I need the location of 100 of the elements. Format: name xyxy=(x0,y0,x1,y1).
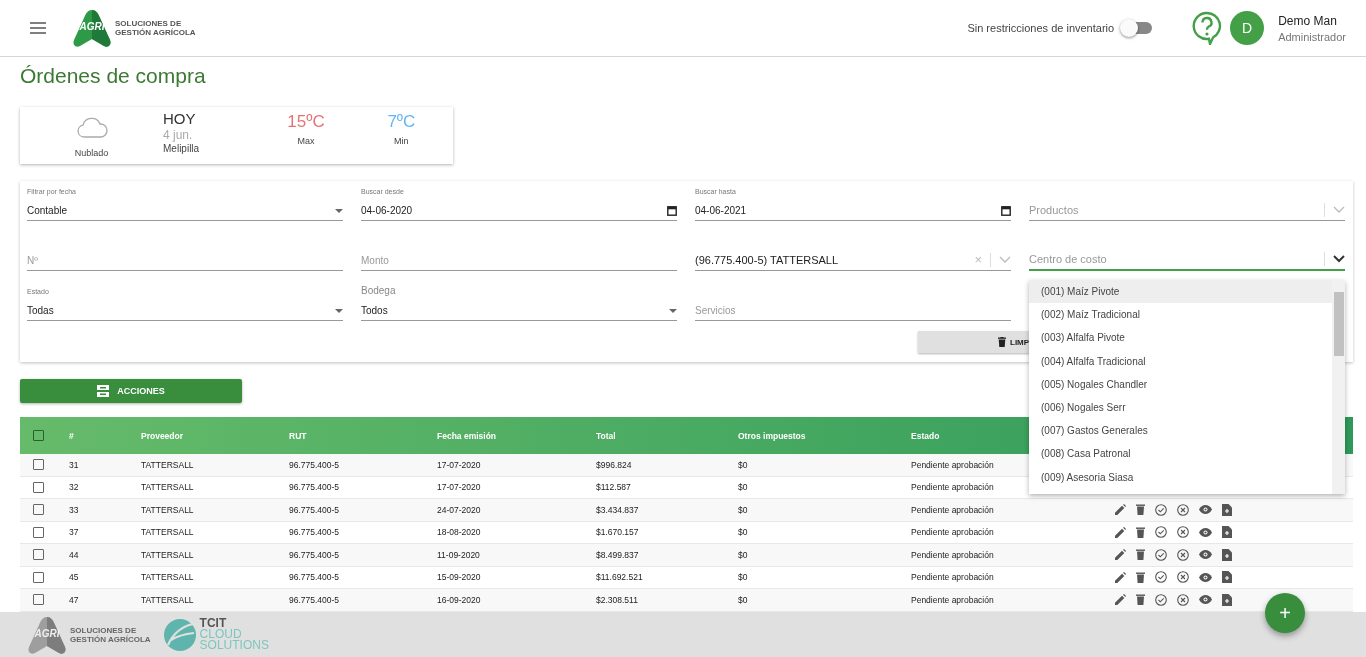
dropdown-option[interactable]: (001) Maíz Pivote xyxy=(1029,280,1332,304)
dropdown-option[interactable]: (008) Casa Patronal xyxy=(1029,442,1332,466)
actions-button[interactable]: ACCIONES xyxy=(20,379,242,403)
eye-icon[interactable] xyxy=(1199,527,1212,537)
calendar-icon[interactable] xyxy=(1001,205,1011,216)
cloud-icon xyxy=(74,117,109,139)
logo-mark: AGRI xyxy=(33,627,61,639)
table-cell-text: 24-07-2020 xyxy=(437,504,482,515)
table-cell-text: Pendiente aprobación xyxy=(911,504,995,515)
table-cell-text: $0 xyxy=(738,482,749,493)
eye-icon[interactable] xyxy=(1199,572,1212,582)
caret-icon[interactable] xyxy=(335,208,343,213)
dropdown-option[interactable]: (005) Nogales Chandler xyxy=(1029,372,1332,396)
edit-icon[interactable] xyxy=(1115,549,1126,561)
checkbox[interactable] xyxy=(33,504,44,516)
cancel-circle-icon[interactable] xyxy=(1177,503,1189,516)
table-cell-text: Pendiente aprobación xyxy=(911,482,995,493)
trash-icon[interactable] xyxy=(1136,571,1145,583)
place-label: Melipilla xyxy=(163,143,201,154)
check-circle-icon[interactable] xyxy=(1155,593,1167,606)
select-field[interactable]: Todos xyxy=(361,301,677,321)
trash-icon[interactable] xyxy=(1136,549,1145,561)
trash-icon[interactable] xyxy=(1136,504,1145,516)
check-circle-icon[interactable] xyxy=(1155,548,1167,561)
eye-icon[interactable] xyxy=(1199,550,1212,560)
table-cell-text: Pendiente aprobación xyxy=(911,572,995,583)
table-cell-text: TATTERSALL xyxy=(141,549,195,560)
dropdown-option[interactable]: (007) Gastos Generales xyxy=(1029,419,1332,443)
table-cell-text: $1.670.157 xyxy=(596,527,640,538)
select-field[interactable]: Contable xyxy=(27,201,343,221)
chevron-icon[interactable] xyxy=(1333,255,1345,263)
date-field[interactable]: 04-06-2020 xyxy=(361,201,677,221)
eye-icon[interactable] xyxy=(1199,505,1212,515)
edit-icon[interactable] xyxy=(1115,571,1126,583)
page-title: Órdenes de compra xyxy=(20,64,207,89)
table-cell-text: $112.587 xyxy=(596,482,632,493)
table-cell-text: Pendiente aprobación xyxy=(911,459,995,470)
cancel-circle-icon[interactable] xyxy=(1177,548,1189,561)
table-cell-text: 45 xyxy=(69,572,80,583)
table-cell-text: 47 xyxy=(69,594,80,605)
document-icon[interactable] xyxy=(1222,593,1232,606)
document-icon[interactable] xyxy=(1222,548,1232,561)
table-cell-text: 16-09-2020 xyxy=(437,594,482,605)
checkbox[interactable] xyxy=(33,594,44,606)
menu-icon[interactable] xyxy=(30,22,46,34)
checkbox[interactable] xyxy=(33,481,44,493)
logo-text: SOLUCIONES DE GESTIÓN AGRÍCOLA xyxy=(70,625,151,644)
calendar-icon[interactable] xyxy=(667,205,677,216)
date-field[interactable]: 04-06-2021 xyxy=(695,201,1011,221)
table-cell-text: 96.775.400-5 xyxy=(289,572,341,583)
select-field[interactable]: Todas xyxy=(27,301,343,321)
check-circle-icon[interactable] xyxy=(1155,571,1167,584)
leaf-logo-icon xyxy=(162,617,197,652)
dropdown-option[interactable]: (009) Asesoria Siasa xyxy=(1029,465,1332,489)
trash-icon[interactable] xyxy=(1136,594,1145,606)
table-cell-text: TATTERSALL xyxy=(141,504,195,515)
checkbox[interactable] xyxy=(33,430,44,441)
table-cell-text: TATTERSALL xyxy=(141,482,195,493)
scrollbar[interactable] xyxy=(1332,280,1345,494)
checkbox[interactable] xyxy=(33,526,44,538)
document-icon[interactable] xyxy=(1222,526,1232,539)
table-cell-text: $0 xyxy=(738,527,749,538)
table-cell-text: 96.775.400-5 xyxy=(289,504,341,515)
table-cell-text: $3.434.837 xyxy=(596,504,640,515)
edit-icon[interactable] xyxy=(1115,594,1126,606)
table-cell-text: 96.775.400-5 xyxy=(289,549,341,560)
table-cell-text: $0 xyxy=(738,504,749,515)
table-cell-text: 11-09-2020 xyxy=(437,549,481,560)
inbox-icon xyxy=(97,385,110,397)
table-cell-text: 33 xyxy=(69,504,80,515)
checkbox[interactable] xyxy=(33,571,44,583)
dropdown-option[interactable]: (002) Maíz Tradicional xyxy=(1029,303,1332,327)
dropdown-option[interactable]: (006) Nogales Serr xyxy=(1029,395,1332,420)
min-temperature: 7ºC xyxy=(387,112,416,132)
table-cell-text: Pendiente aprobación xyxy=(911,594,995,605)
trash-icon xyxy=(998,337,1006,347)
help-icon[interactable] xyxy=(1192,11,1223,45)
checkbox[interactable] xyxy=(33,549,44,561)
cancel-circle-icon[interactable] xyxy=(1177,571,1189,584)
trash-icon[interactable] xyxy=(1136,526,1145,538)
table-cell-text: 37 xyxy=(69,527,80,538)
document-icon[interactable] xyxy=(1222,503,1232,516)
edit-icon[interactable] xyxy=(1115,504,1126,516)
check-circle-icon[interactable] xyxy=(1155,503,1167,516)
input-field[interactable]: Monto xyxy=(361,251,677,271)
eye-icon[interactable] xyxy=(1199,595,1212,605)
input-field[interactable]: Nº xyxy=(27,251,343,271)
weather-condition: Nublado xyxy=(74,148,109,158)
cancel-circle-icon[interactable] xyxy=(1177,593,1189,606)
logo-mark: AGRI xyxy=(78,21,106,32)
table-cell-text: $0 xyxy=(738,572,749,583)
cancel-circle-icon[interactable] xyxy=(1177,526,1189,539)
checkbox[interactable] xyxy=(33,459,44,471)
caret-icon[interactable] xyxy=(669,308,677,313)
input-field[interactable]: Servicios xyxy=(695,301,1011,321)
table-cell-text: $0 xyxy=(738,549,749,560)
check-circle-icon[interactable] xyxy=(1155,526,1167,539)
caret-icon[interactable] xyxy=(335,308,343,313)
document-icon[interactable] xyxy=(1222,571,1232,584)
edit-icon[interactable] xyxy=(1115,526,1126,538)
